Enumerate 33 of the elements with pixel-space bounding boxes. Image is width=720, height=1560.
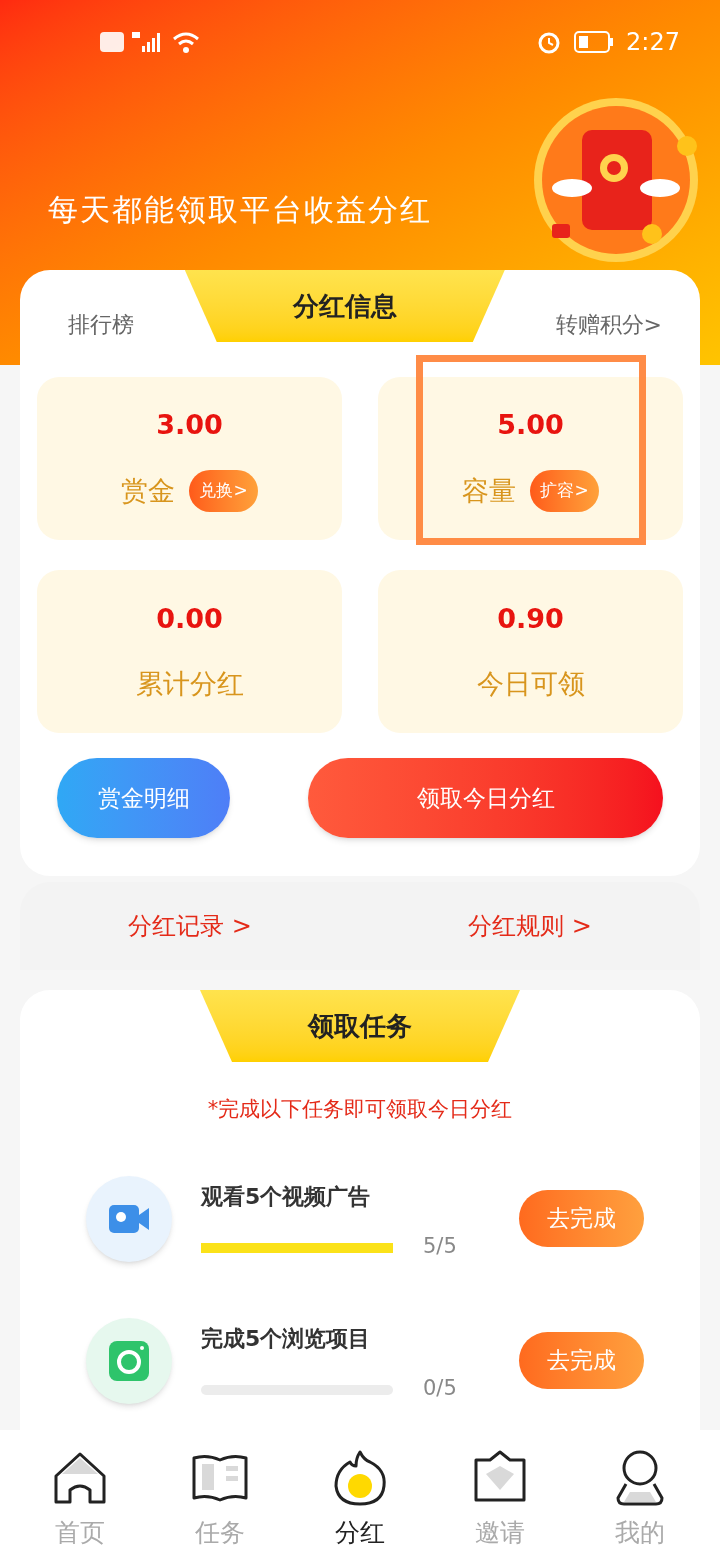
status-time: 2:27 (626, 27, 680, 58)
stat-value: 3.00 (156, 408, 223, 443)
task-title: 完成5个浏览项目 (201, 1325, 372, 1354)
banner-title: 每天都能领取平台收益分红 (48, 191, 432, 229)
claim-button[interactable]: 领取今日分红 (308, 758, 663, 838)
stat-value: 0.00 (156, 602, 223, 636)
stat-label: 赏金 (121, 473, 176, 508)
stat-action-button[interactable]: 扩容> (530, 469, 599, 512)
task-notice: *完成以下任务即可领取今日分红 (207, 1096, 513, 1123)
battery-icon (574, 31, 615, 53)
stat-label: 累计分红 (135, 666, 244, 701)
wifi-icon (172, 30, 200, 54)
nav-tab[interactable]: 我的 (585, 1448, 695, 1552)
camera-icon (107, 1338, 151, 1383)
stat-value: 5.00 (497, 408, 564, 443)
stat-label: 容量 (462, 473, 517, 508)
stat-value: 0.90 (497, 602, 564, 636)
nav-tab[interactable]: 邀请 (445, 1448, 555, 1552)
record-link[interactable]: 分红记录 > (128, 908, 252, 944)
transfer-points-link[interactable]: 转赠积分> (555, 270, 700, 341)
complete-button[interactable]: 去完成 (519, 1332, 644, 1389)
stat-action-button[interactable]: 兑换> (189, 469, 258, 512)
nav-tab[interactable]: 任务 (165, 1448, 275, 1552)
stat-label: 今日可领 (476, 666, 585, 701)
record-link[interactable]: 分红规则 > (468, 908, 592, 944)
task-title: 观看5个视频广告 (201, 1183, 372, 1212)
nav-tab[interactable]: 首页 (25, 1448, 135, 1552)
progress-count: 0/5 (423, 1375, 457, 1403)
progress-count: 5/5 (423, 1233, 457, 1261)
complete-button[interactable]: 去完成 (519, 1190, 644, 1247)
nav-tab[interactable]: 分红 (305, 1448, 415, 1552)
leaderboard-link[interactable]: 排行榜 (20, 270, 134, 341)
details-button[interactable]: 赏金明细 (57, 758, 230, 838)
